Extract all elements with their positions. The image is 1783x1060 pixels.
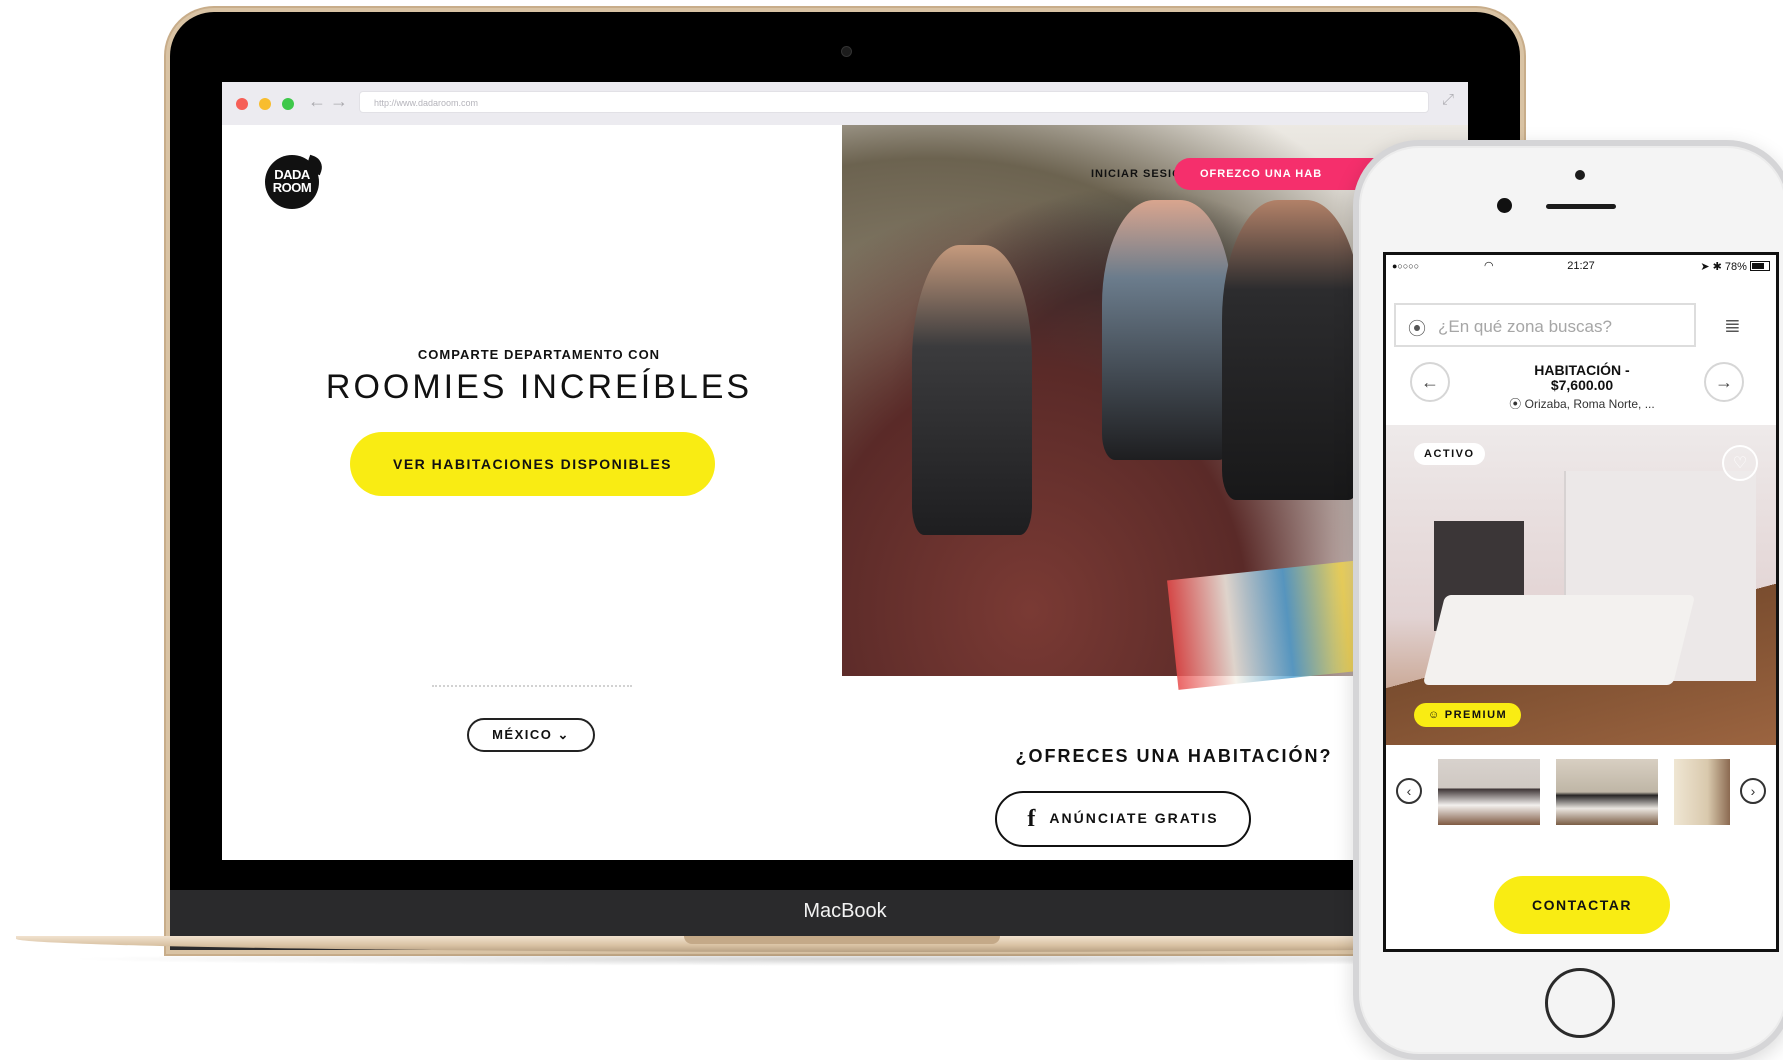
phone-speaker	[1546, 204, 1616, 209]
offer-question-heading: ¿OFRECES UNA HABITACIÓN?	[1015, 746, 1333, 766]
view-rooms-button[interactable]: VER HABITACIONES DISPONIBLES	[350, 432, 715, 496]
phone-home-button[interactable]	[1545, 968, 1615, 1038]
battery-percent: 78%	[1724, 261, 1747, 273]
premium-icon: ☺	[1428, 709, 1441, 721]
facebook-button-label: ANÚNCIATE GRATIS	[1049, 809, 1219, 826]
laptop-base-notch	[684, 936, 1000, 944]
phone-camera	[1497, 198, 1512, 213]
contact-button[interactable]: CONTACTAR	[1494, 876, 1670, 934]
map-pin-icon: ⦿	[1408, 319, 1426, 339]
photo-person	[912, 245, 1032, 535]
listing-price: $7,600.00	[1550, 377, 1614, 393]
phone-device: ●○○○○ ◠ 21:27 ➤ ✱ 78% ⦿ ≣ ← HABITACIÓN -…	[1353, 140, 1783, 1060]
laptop-screen: ← → http://www.dadaroom.com ⤢ DADA ROOM …	[222, 82, 1468, 860]
room-thumbnail[interactable]	[1674, 759, 1730, 825]
listing-location: ⦿ Orizaba, Roma Norte, ...	[1462, 395, 1702, 412]
zone-search-input[interactable]	[1436, 313, 1690, 341]
zone-search-box[interactable]: ⦿	[1394, 303, 1696, 347]
next-listing-button[interactable]: →	[1704, 362, 1744, 402]
address-bar[interactable]: http://www.dadaroom.com	[359, 91, 1429, 113]
photo-bed	[1422, 595, 1696, 685]
maximize-window-button[interactable]	[282, 98, 294, 110]
premium-badge-label: PREMIUM	[1444, 709, 1508, 721]
phone-screen: ●○○○○ ◠ 21:27 ➤ ✱ 78% ⦿ ≣ ← HABITACIÓN -…	[1383, 252, 1779, 952]
web-page: DADA ROOM COMPARTE DEPARTAMENTO CON ROOM…	[222, 125, 1468, 860]
room-thumbnail[interactable]	[1438, 759, 1540, 825]
dotted-divider	[432, 685, 632, 687]
status-right: ➤ ✱ 78%	[1700, 260, 1770, 273]
listing-title: HABITACIÓN - $7,600.00	[1462, 363, 1702, 393]
list-view-icon[interactable]: ≣	[1724, 313, 1741, 338]
logo-text-line2: ROOM	[272, 180, 312, 195]
room-photo[interactable]: ACTIVO ♡ ☺ PREMIUM	[1386, 425, 1776, 745]
hero-title: ROOMIES INCREÍBLES	[325, 368, 753, 406]
location-pin-icon: ⦿	[1509, 397, 1522, 411]
close-window-button[interactable]	[236, 98, 248, 110]
browser-toolbar: ← → http://www.dadaroom.com ⤢	[222, 82, 1468, 126]
laptop-camera	[841, 46, 852, 57]
country-select[interactable]: MÉXICO ⌄	[467, 718, 595, 752]
location-arrow-icon: ➤	[1700, 261, 1710, 273]
forward-arrow-icon[interactable]: →	[330, 91, 348, 112]
room-thumbnail[interactable]	[1556, 759, 1658, 825]
premium-badge: ☺ PREMIUM	[1414, 703, 1522, 727]
thumbnail-prev-button[interactable]: ‹	[1396, 778, 1422, 804]
photo-person	[1102, 200, 1232, 460]
thumbnail-strip: ‹ ›	[1386, 755, 1776, 825]
previous-listing-button[interactable]: ←	[1410, 362, 1450, 402]
laptop-brand-label: MacBook	[803, 900, 887, 922]
phone-sensor	[1575, 170, 1585, 180]
facebook-signup-button[interactable]: f ANÚNCIATE GRATIS	[995, 791, 1251, 847]
expand-icon[interactable]: ⤢	[1442, 91, 1454, 108]
listing-location-text: Orizaba, Roma Norte, ...	[1524, 397, 1655, 411]
facebook-icon: f	[1027, 805, 1038, 832]
minimize-window-button[interactable]	[259, 98, 271, 110]
bluetooth-icon: ✱	[1712, 261, 1722, 273]
photo-person	[1222, 200, 1362, 500]
hero-kicker: COMPARTE DEPARTAMENTO CON	[417, 347, 661, 362]
laptop-lid: ← → http://www.dadaroom.com ⤢ DADA ROOM …	[170, 12, 1520, 950]
back-arrow-icon[interactable]: ←	[308, 91, 326, 112]
listing-title-line1: HABITACIÓN -	[1534, 362, 1630, 378]
battery-icon	[1750, 261, 1770, 271]
status-bar: ●○○○○ ◠ 21:27 ➤ ✱ 78%	[1386, 255, 1776, 281]
thumbnail-next-button[interactable]: ›	[1740, 778, 1766, 804]
status-badge-active: ACTIVO	[1414, 443, 1485, 465]
favorite-heart-icon[interactable]: ♡	[1722, 445, 1758, 481]
dadaroom-logo[interactable]: DADA ROOM	[265, 155, 319, 209]
